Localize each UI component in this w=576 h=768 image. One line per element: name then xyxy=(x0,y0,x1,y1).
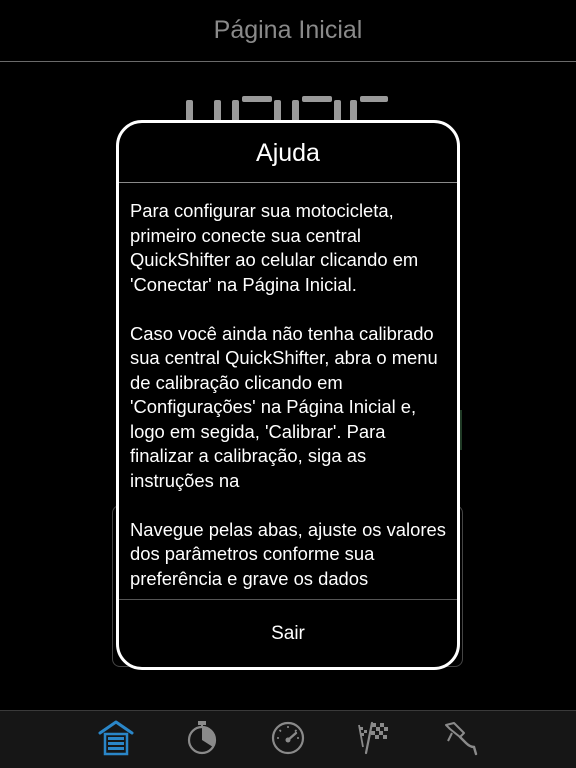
screen: Página Inicial Ajuda Para configurar sua… xyxy=(0,0,576,768)
tab-bar xyxy=(0,710,576,768)
dialog-divider xyxy=(119,182,457,183)
page-title: Página Inicial xyxy=(213,16,363,44)
help-paragraph-calibrate: Caso você ainda não tenha calibrado sua … xyxy=(130,322,438,491)
help-paragraph-connect: Para configurar sua motocicleta, primeir… xyxy=(130,200,419,295)
help-paragraph-navigate: Navegue pelas abas, ajuste os valores do… xyxy=(130,518,446,589)
tab-speedometer[interactable] xyxy=(268,717,308,757)
tab-timer[interactable] xyxy=(182,717,222,757)
dialog-title: Ajuda xyxy=(256,139,320,167)
tab-race[interactable] xyxy=(354,717,394,757)
stopwatch-icon xyxy=(187,721,217,755)
fuel-nozzle-icon xyxy=(445,722,478,756)
speedometer-icon xyxy=(271,721,305,755)
dialog-message[interactable]: Para configurar sua motocicleta, primeir… xyxy=(130,199,449,597)
navigation-header: Página Inicial xyxy=(0,0,576,62)
close-dialog-button[interactable]: Sair xyxy=(119,600,457,667)
help-dialog: Ajuda Para configurar sua motocicleta, p… xyxy=(116,120,460,670)
tab-home[interactable] xyxy=(96,717,136,757)
tab-fuel[interactable] xyxy=(440,717,480,757)
garage-icon xyxy=(98,720,134,756)
checkered-flag-icon xyxy=(358,721,388,755)
